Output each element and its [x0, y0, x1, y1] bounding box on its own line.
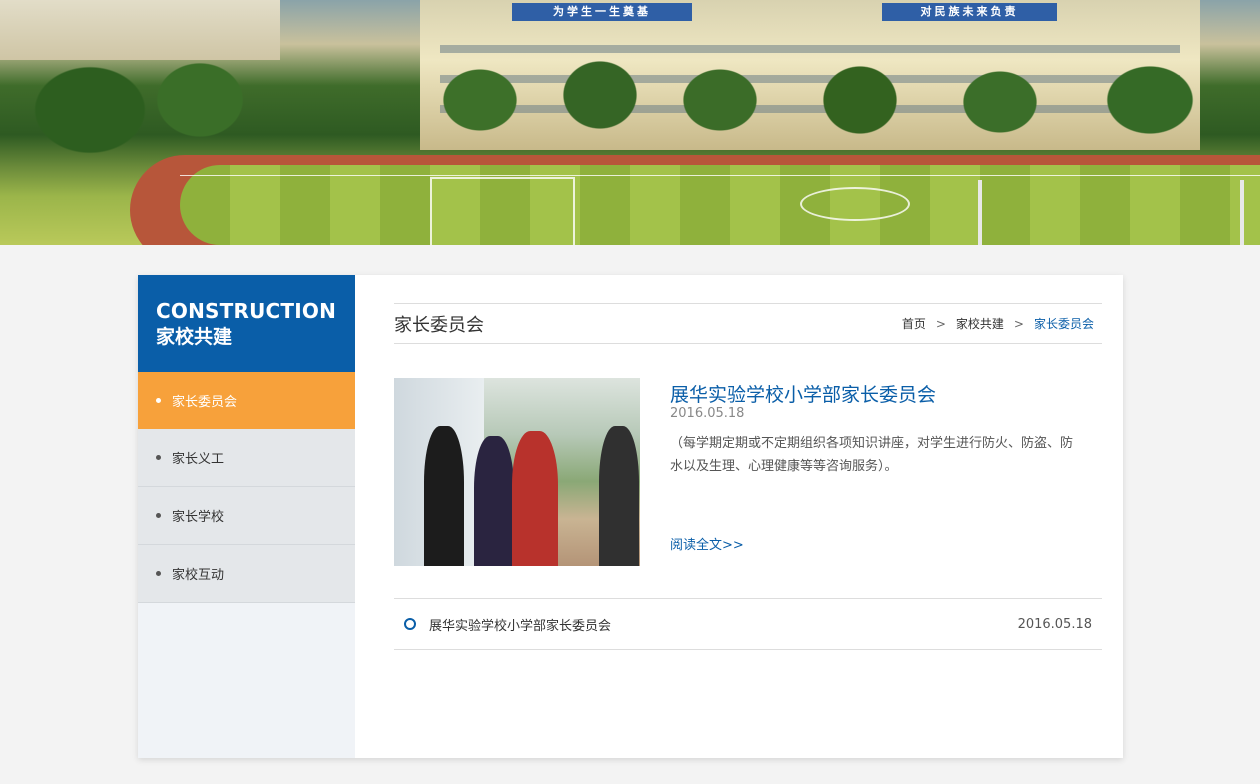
- article-list: 展华实验学校小学部家长委员会 2016.05.18: [394, 598, 1102, 650]
- breadcrumb-separator: >: [1013, 316, 1024, 331]
- bullet-icon: [156, 571, 161, 576]
- sidebar-header: CONSTRUCTION 家校共建: [138, 275, 355, 372]
- breadcrumb-home-link[interactable]: 首页: [902, 315, 926, 332]
- breadcrumb-section-link[interactable]: 家校共建: [956, 315, 1004, 332]
- list-item[interactable]: 展华实验学校小学部家长委员会 2016.05.18: [394, 599, 1102, 649]
- sidebar: CONSTRUCTION 家校共建 家长委员会 家长义工 家长学校 家校互动: [138, 275, 355, 758]
- sidebar-item-parent-committee[interactable]: 家长委员会: [138, 372, 355, 429]
- featured-article: 展华实验学校小学部家长委员会 2016.05.18 （每学期定期或不定期组织各项…: [394, 344, 1102, 570]
- sidebar-item-label: 家长委员会: [172, 394, 238, 410]
- featured-article-title[interactable]: 展华实验学校小学部家长委员会: [670, 380, 936, 407]
- sidebar-item-label: 家长学校: [172, 510, 225, 525]
- main-content: 家长委员会 首页 > 家校共建 > 家长委员会 展华实验学校小学部家长委员会 2…: [394, 303, 1102, 650]
- breadcrumb: 首页 > 家校共建 > 家长委员会: [902, 315, 1102, 332]
- sidebar-item-label: 家长义工: [172, 452, 225, 467]
- page-title: 家长委员会: [394, 314, 484, 336]
- list-item-date: 2016.05.18: [1017, 616, 1092, 632]
- sidebar-item-home-school-interaction[interactable]: 家校互动: [138, 545, 355, 603]
- list-item-title: 展华实验学校小学部家长委员会: [429, 618, 612, 634]
- featured-article-photo[interactable]: [394, 378, 640, 566]
- sidebar-item-label: 家校互动: [172, 568, 225, 583]
- title-bar: 家长委员会 首页 > 家校共建 > 家长委员会: [394, 303, 1102, 344]
- bullet-icon: [156, 513, 161, 518]
- featured-article-summary: （每学期定期或不定期组织各项知识讲座，对学生进行防火、防盗、防水以及生理、心理健…: [670, 436, 1074, 474]
- banner-floodlight: [1240, 180, 1244, 245]
- content-card: CONSTRUCTION 家校共建 家长委员会 家长义工 家长学校 家校互动 家…: [138, 275, 1123, 758]
- banner-trees: [0, 30, 1260, 160]
- circle-bullet-icon: [404, 618, 416, 630]
- sidebar-title-en: CONSTRUCTION: [156, 299, 337, 323]
- breadcrumb-current[interactable]: 家长委员会: [1034, 315, 1094, 332]
- banner-sign-right: 对民族未来负责: [882, 3, 1057, 21]
- bullet-icon: [156, 455, 161, 460]
- banner-soccer-field: [180, 165, 1260, 245]
- sidebar-title-cn: 家校共建: [156, 326, 233, 348]
- bullet-icon: [156, 397, 161, 403]
- breadcrumb-separator: >: [935, 316, 946, 331]
- sidebar-item-parent-volunteer[interactable]: 家长义工: [138, 429, 355, 487]
- banner-floodlight: [978, 180, 982, 245]
- campus-banner-image: 为学生一生奠基 对民族未来负责: [0, 0, 1260, 245]
- sidebar-item-parent-school[interactable]: 家长学校: [138, 487, 355, 545]
- banner-sign-left: 为学生一生奠基: [512, 3, 692, 21]
- featured-article-date: 2016.05.18: [670, 406, 745, 421]
- read-more-link[interactable]: 阅读全文>>: [670, 534, 744, 553]
